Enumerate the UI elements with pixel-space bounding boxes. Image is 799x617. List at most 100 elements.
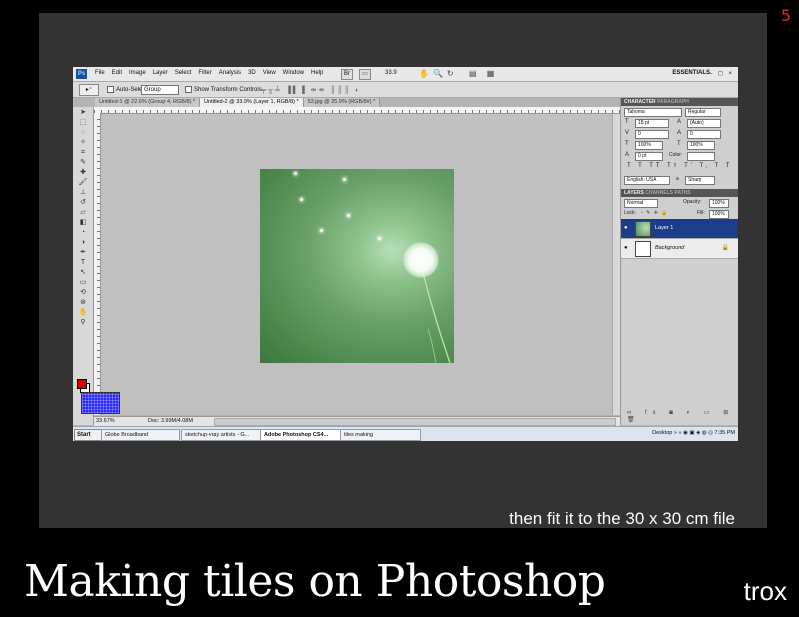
tab-untitled-2[interactable]: Untitled-2 @ 33.9% (Layer 1, RGB/8) * <box>200 98 304 107</box>
menu-help[interactable]: Help <box>311 70 323 76</box>
windows-taskbar: Start Globe Broadband sketchup-vray arti… <box>73 426 738 441</box>
layer-row-layer-1[interactable]: ● Layer 1 <box>621 219 738 239</box>
menu-select[interactable]: Select <box>175 70 192 76</box>
lock-icons[interactable]: ▫ ✎ ✛ 🔒 <box>641 210 669 216</box>
kerning-field[interactable]: 0 <box>635 130 669 139</box>
hand-tool-icon[interactable]: ✋ <box>77 309 89 317</box>
tab-channels[interactable]: CHANNELS <box>645 190 673 196</box>
arrange-documents-icon[interactable]: ▤ ▦ <box>469 69 498 78</box>
eraser-tool-icon[interactable]: ▱ <box>77 209 89 217</box>
zoom-value[interactable]: 33.67% <box>96 418 115 424</box>
tool-preset-picker[interactable]: ▸⁺ <box>79 84 99 96</box>
baseline-row: A 0 pt Color: <box>621 150 738 161</box>
3d-rotate-tool-icon[interactable]: ⟲ <box>77 289 89 297</box>
font-family-select[interactable]: Tahoma <box>624 108 682 117</box>
layer-footer-icons[interactable]: ∞ fx ◙ ◐ ▭ ⊞ 🗑 <box>627 409 738 423</box>
menu-filter[interactable]: Filter <box>198 70 211 76</box>
menu-3d[interactable]: 3D <box>248 70 256 76</box>
pen-tool-icon[interactable]: ✒ <box>77 249 89 257</box>
tab-untitled-1[interactable]: Untitled-1 @ 22.6% (Group 4, RGB/8) * <box>95 98 201 107</box>
tab-character[interactable]: CHARACTER <box>624 99 656 105</box>
layer-row-background[interactable]: ● Background 🔒 <box>621 239 738 259</box>
tray-icons[interactable]: » « ◉ ▣ ◈ ◍ ◎ <box>674 430 715 436</box>
tab-layers[interactable]: LAYERS <box>624 190 644 196</box>
tab-paragraph[interactable]: PARAGRAPH <box>657 99 689 105</box>
opacity-field[interactable]: 100% <box>709 199 729 208</box>
menu-window[interactable]: Window <box>283 70 304 76</box>
tab-53-jpg[interactable]: 53.jpg @ 25.9% (RGB/8#) * <box>303 98 381 107</box>
path-selection-tool-icon[interactable]: ↖ <box>77 269 89 277</box>
lasso-tool-icon[interactable]: ◌ <box>77 129 89 137</box>
menu-layer[interactable]: Layer <box>153 70 168 76</box>
type-tool-icon[interactable]: T <box>77 259 89 267</box>
screen-mode-icon[interactable]: ▭ <box>359 69 371 80</box>
task-sketchup-vray[interactable]: sketchup-vray artists - G... <box>181 429 262 441</box>
font-size-field[interactable]: 18 pt <box>635 119 669 128</box>
tab-paths[interactable]: PATHS <box>674 190 690 196</box>
baseline-shift-icon: A <box>625 152 630 158</box>
faux-style-icons[interactable]: T T TT Tт T' T, T T <box>627 163 732 169</box>
font-row: Tahoma Regular <box>621 106 738 117</box>
horizontal-scale-field[interactable]: 100% <box>687 141 715 150</box>
font-style-select[interactable]: Regular <box>685 108 721 117</box>
eye-icon[interactable]: ● <box>624 245 628 251</box>
main-menu: File Edit Image Layer Select Filter Anal… <box>95 70 323 76</box>
history-brush-tool-icon[interactable]: ↺ <box>77 199 89 207</box>
3d-orbit-tool-icon[interactable]: ⊛ <box>77 299 89 307</box>
blend-mode-select[interactable]: Normal <box>624 199 658 208</box>
antialias-select[interactable]: Sharp <box>685 176 715 185</box>
shape-tool-icon[interactable]: ▭ <box>77 279 89 287</box>
document-size[interactable]: Doc: 3.99M/4.08M <box>148 418 193 424</box>
hand-zoom-rotate-icons[interactable]: ✋🔍↻ <box>419 69 458 78</box>
eye-icon[interactable]: ● <box>624 225 628 231</box>
language-select[interactable]: English: USA <box>624 176 670 185</box>
workspace-switcher[interactable]: ESSENTIALS <box>672 70 710 76</box>
lock-row: Lock: ▫ ✎ ✛ 🔒 Fill: 100% <box>621 208 738 219</box>
bridge-icon[interactable]: Br <box>341 69 353 80</box>
marquee-tool-icon[interactable]: ⬚ <box>77 119 89 127</box>
eyedropper-tool-icon[interactable]: ✎ <box>77 159 89 167</box>
toolbox: ➤ ⬚ ◌ ✧ ⌗ ✎ ✚ 🖌 ⊥ ↺ ▱ ◧ ◔ ◑ ✒ T ↖ ▭ ⟲ ⊛ … <box>73 107 94 425</box>
gradient-tool-icon[interactable]: ◧ <box>77 219 89 227</box>
healing-tool-icon[interactable]: ✚ <box>77 169 89 177</box>
align-distribute-icons[interactable]: ╤╥╧ ▐▌▐ ⇹⇻ ║║║ ◐ <box>261 86 361 94</box>
magic-wand-tool-icon[interactable]: ✧ <box>77 139 89 147</box>
task-globe-broadband[interactable]: Globe Broadband <box>101 429 180 441</box>
horizontal-ruler <box>94 107 620 114</box>
foreground-color-swatch[interactable] <box>77 379 87 389</box>
show-transform-checkbox[interactable]: Show Transform Controls <box>185 86 262 93</box>
zoom-level-menu[interactable]: 33.9 <box>385 70 397 76</box>
system-tray: Desktop » « ◉ ▣ ◈ ◍ ◎ 7:35 PM <box>652 430 735 436</box>
menu-edit[interactable]: Edit <box>112 70 122 76</box>
photoshop-logo-icon[interactable]: Ps <box>76 69 87 79</box>
task-tiles-making[interactable]: tiles making <box>340 429 421 441</box>
menu-analysis[interactable]: Analysis <box>219 70 241 76</box>
move-tool-icon[interactable]: ➤ <box>77 109 89 117</box>
blend-row: Normal Opacity: 100% <box>621 197 738 208</box>
dodge-tool-icon[interactable]: ◑ <box>77 239 89 247</box>
tracking-field[interactable]: 0 <box>687 130 721 139</box>
fill-field[interactable]: 100% <box>709 210 729 219</box>
menu-view[interactable]: View <box>263 70 276 76</box>
baseline-shift-field[interactable]: 0 pt <box>635 152 663 161</box>
clone-stamp-tool-icon[interactable]: ⊥ <box>77 189 89 197</box>
photoshop-screenshot: Ps File Edit Image Layer Select Filter A… <box>73 67 738 441</box>
horizontal-scrollbar[interactable] <box>214 418 616 426</box>
start-button[interactable]: Start <box>74 429 102 441</box>
scale-row: T 100% T 100% <box>621 139 738 150</box>
crop-tool-icon[interactable]: ⌗ <box>77 149 89 157</box>
task-photoshop[interactable]: Adobe Photoshop CS4... <box>260 429 341 441</box>
window-controls[interactable]: – ◻ × <box>709 70 734 77</box>
vertical-scale-field[interactable]: 100% <box>635 141 663 150</box>
desktop-toolbar[interactable]: Desktop <box>652 430 672 436</box>
brush-tool-icon[interactable]: 🖌 <box>77 179 89 187</box>
zoom-tool-icon[interactable]: ⚲ <box>77 319 89 327</box>
leading-field[interactable]: (Auto) <box>687 119 721 128</box>
dandelion-image[interactable] <box>260 169 454 363</box>
menu-file[interactable]: File <box>95 70 105 76</box>
blur-tool-icon[interactable]: ◔ <box>77 229 89 237</box>
menu-image[interactable]: Image <box>129 70 146 76</box>
text-color-swatch[interactable] <box>687 152 715 161</box>
auto-select-dropdown[interactable]: Group <box>141 85 179 95</box>
navigator-thumbnail <box>81 392 120 414</box>
